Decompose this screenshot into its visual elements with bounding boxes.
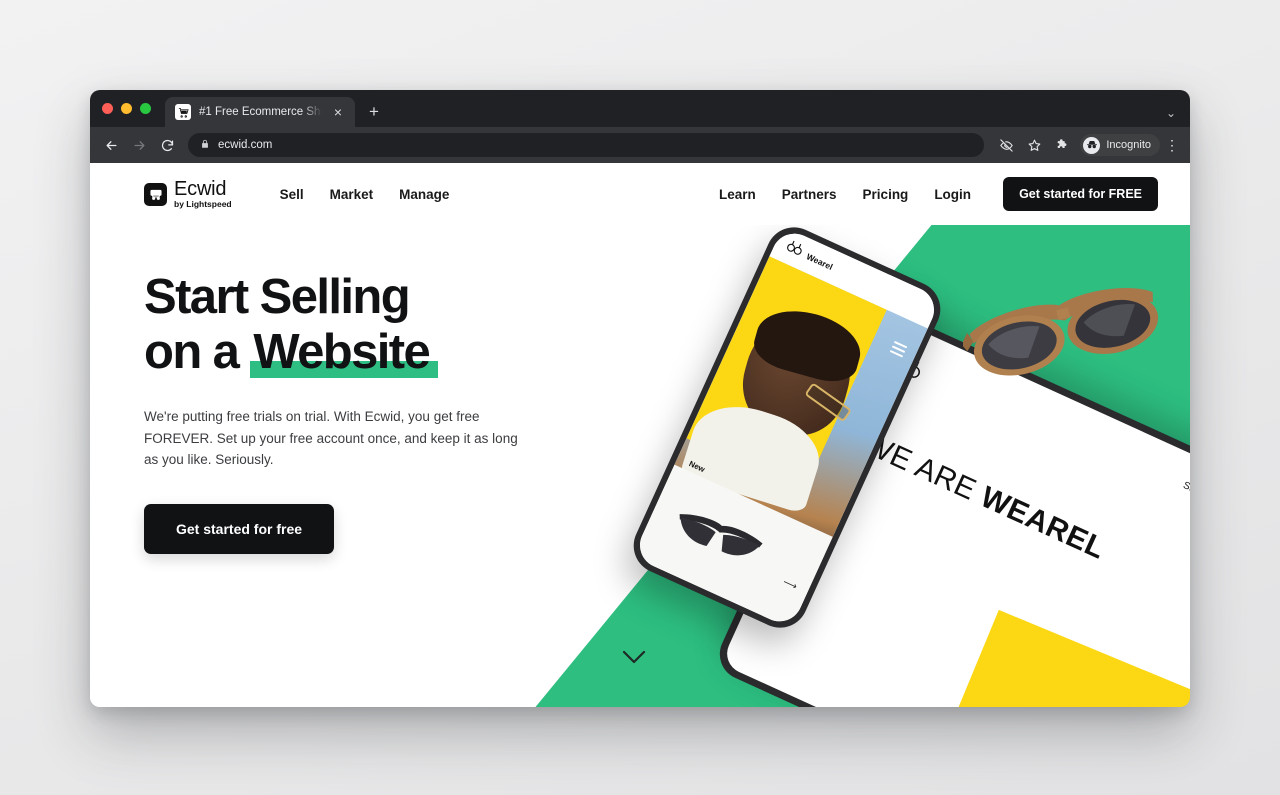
brand-name: Ecwid bbox=[174, 178, 227, 201]
tab-list-chevron-down-icon[interactable]: ⌄ bbox=[1166, 106, 1176, 120]
site-header: Ecwid by Lightspeed Sell Market Manage L… bbox=[90, 163, 1190, 225]
browser-window: #1 Free Ecommerce Shopping C × + ⌄ bbox=[90, 90, 1190, 707]
shopping-cart-icon bbox=[144, 182, 167, 206]
toolbar-actions: Incognito ⋮ bbox=[994, 133, 1180, 157]
chevron-down-icon[interactable] bbox=[622, 650, 646, 669]
shopping-cart-icon bbox=[175, 104, 191, 120]
forward-button[interactable] bbox=[126, 132, 152, 158]
hero-subtext: We're putting free trials on trial. With… bbox=[144, 408, 518, 468]
primary-nav: Sell Market Manage bbox=[280, 187, 450, 202]
lock-icon bbox=[200, 136, 210, 154]
headline-line-1: Start Selling bbox=[144, 270, 411, 324]
nav-item-market[interactable]: Market bbox=[330, 187, 374, 202]
close-window-button[interactable] bbox=[102, 103, 113, 114]
hero-get-started-button[interactable]: Get started for free bbox=[144, 504, 335, 555]
browser-toolbar: ecwid.com Incognito ⋮ bbox=[90, 127, 1190, 163]
nav-item-learn[interactable]: Learn bbox=[719, 187, 756, 202]
tablet-yellow-panel bbox=[883, 609, 1190, 707]
hero-copy: Start Selling on a Website We're putting… bbox=[144, 270, 564, 555]
browser-menu-button[interactable]: ⋮ bbox=[1164, 137, 1180, 154]
tablet-nav-shop: Shop bbox=[1181, 479, 1190, 500]
page-viewport: Ecwid by Lightspeed Sell Market Manage L… bbox=[90, 163, 1190, 707]
minimize-window-button[interactable] bbox=[121, 103, 132, 114]
brand-tagline: by Lightspeed bbox=[174, 199, 232, 210]
browser-tab[interactable]: #1 Free Ecommerce Shopping C × bbox=[165, 97, 355, 127]
nav-item-sell[interactable]: Sell bbox=[280, 187, 304, 202]
headline-highlight-website: Website bbox=[250, 325, 438, 380]
close-tab-button[interactable]: × bbox=[330, 105, 346, 119]
nav-item-pricing[interactable]: Pricing bbox=[863, 187, 909, 202]
headline-line-2-prefix: on a bbox=[144, 324, 251, 379]
tablet-headline-brand: WEAREL bbox=[975, 480, 1111, 566]
incognito-icon bbox=[1083, 136, 1101, 154]
eye-off-icon[interactable] bbox=[994, 133, 1018, 157]
address-bar-url: ecwid.com bbox=[218, 139, 273, 151]
hero-section: Start Selling on a Website We're putting… bbox=[90, 218, 1190, 707]
site-logo[interactable]: Ecwid by Lightspeed bbox=[144, 179, 232, 209]
reload-button[interactable] bbox=[154, 132, 180, 158]
brand-text: Ecwid by Lightspeed bbox=[174, 179, 232, 209]
star-icon[interactable] bbox=[1022, 133, 1046, 157]
header-get-started-button[interactable]: Get started for FREE bbox=[1003, 177, 1158, 211]
phone-store-brand: Wearel bbox=[805, 250, 835, 272]
new-tab-button[interactable]: + bbox=[369, 103, 379, 120]
wooden-sunglasses-prop bbox=[961, 283, 1168, 395]
nav-item-partners[interactable]: Partners bbox=[782, 187, 837, 202]
puzzle-piece-icon[interactable] bbox=[1050, 133, 1074, 157]
secondary-nav: Learn Partners Pricing Login Get started… bbox=[719, 177, 1158, 211]
tablet-headline: WE ARE WEAREL bbox=[858, 427, 1111, 566]
profile-label: Incognito bbox=[1106, 139, 1151, 151]
tablet-store-nav: Shop Delivery Service bbox=[1181, 480, 1190, 550]
profile-chip[interactable]: Incognito bbox=[1080, 134, 1160, 156]
tab-title: #1 Free Ecommerce Shopping C bbox=[199, 106, 322, 118]
nav-item-manage[interactable]: Manage bbox=[399, 187, 449, 202]
nav-item-login[interactable]: Login bbox=[934, 187, 971, 202]
window-controls bbox=[102, 90, 165, 127]
page-title: Start Selling on a Website bbox=[144, 270, 564, 380]
wearel-logo-icon bbox=[782, 237, 805, 261]
address-bar[interactable]: ecwid.com bbox=[188, 133, 985, 157]
maximize-window-button[interactable] bbox=[140, 103, 151, 114]
tab-strip: #1 Free Ecommerce Shopping C × + ⌄ bbox=[90, 90, 1190, 127]
back-button[interactable] bbox=[98, 132, 124, 158]
